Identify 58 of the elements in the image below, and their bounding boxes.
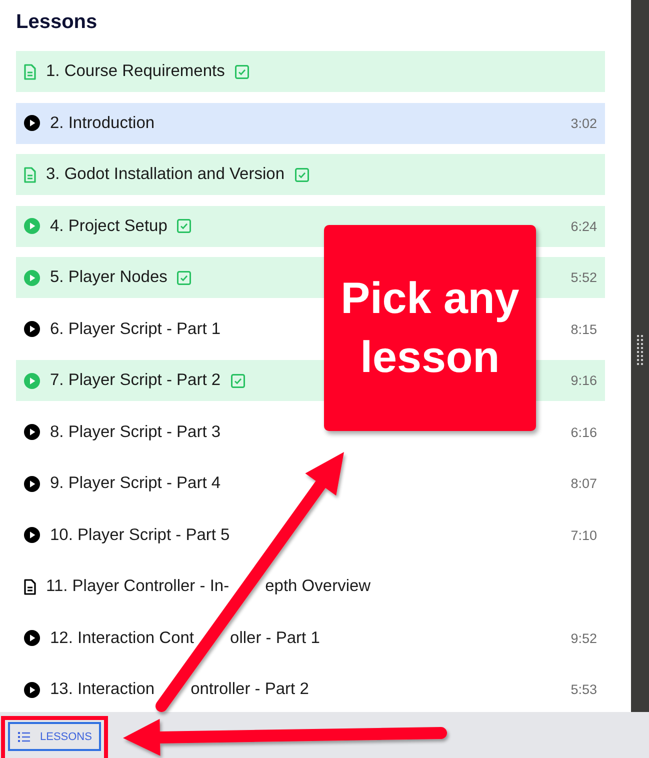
lesson-row[interactable]: 3. Godot Installation and Version [16,154,605,195]
checkbox-tick-icon [294,168,308,182]
callout-tooltip: Pick any lesson [324,225,536,431]
lesson-row[interactable]: 2. Introduction 3:02 [16,102,605,144]
lesson-duration: 3:02 [570,116,597,130]
lesson-title: epth Overview [265,577,371,596]
lesson-row[interactable]: 1. Course Requirements [16,51,605,92]
lesson-title: 9. Player Script - Part 4 [50,474,221,493]
play-icon [24,476,40,492]
lesson-duration: 7:10 [570,528,597,542]
play-icon [24,527,40,543]
checkbox-tick-icon [234,64,249,78]
lesson-title: 1. Course Requirements [46,62,225,81]
checkbox-tick-icon [230,374,245,388]
lesson-title: 7. Player Script - Part 2 [50,371,221,390]
play-icon [24,218,40,234]
lesson-title: 2. Introduction [50,114,155,132]
lesson-title: 4. Project Setup [50,216,168,236]
play-icon [24,682,40,698]
panel-title: Lessons [16,10,98,35]
play-icon [24,630,40,646]
play-icon [24,424,40,440]
grip-icon [637,335,643,365]
list-icon [18,732,30,742]
lesson-duration: 9:52 [570,630,597,646]
lesson-duration: 5:53 [570,682,597,697]
lesson-duration: 8:15 [570,322,597,336]
lesson-title: 3. Godot Installation and Version [46,165,284,184]
lesson-row[interactable]: 11. Player Controller - In- epth Overview [16,566,605,607]
lesson-duration: 9:16 [570,373,597,388]
checkbox-tick-icon [177,270,192,284]
play-icon [24,372,40,388]
lesson-duration: 5:52 [570,270,597,285]
lesson-row[interactable]: 13. Interaction ontroller - Part 2 5:53 [16,669,605,710]
lessons-button[interactable]: LESSONS [8,722,101,751]
document-icon [24,578,36,594]
lesson-row[interactable]: 12. Interaction Cont oller - Part 1 9:52 [16,618,605,658]
resize-handle[interactable] [631,0,649,712]
lesson-title: 13. Interaction [50,680,155,699]
lesson-title: 8. Player Script - Part 3 [50,422,221,442]
play-icon [24,270,40,286]
lesson-title: 11. Player Controller - In- [46,577,230,596]
lesson-title: 6. Player Script - Part 1 [50,320,221,338]
lesson-title: 5. Player Nodes [50,268,168,287]
document-icon [24,64,36,80]
lesson-duration: 8:07 [570,476,597,491]
play-icon [24,115,40,131]
lesson-row[interactable]: 10. Player Script - Part 5 7:10 [16,514,605,556]
lesson-title: 12. Interaction Cont [50,628,194,648]
lesson-duration: 6:24 [570,218,597,234]
lesson-row[interactable]: 9. Player Script - Part 4 8:07 [16,463,605,504]
lesson-duration: 6:16 [570,424,597,440]
checkbox-tick-icon [177,219,192,233]
lesson-title: ontroller - Part 2 [190,680,309,699]
lesson-title: oller - Part 1 [230,628,320,648]
play-icon [24,321,40,337]
document-icon [24,166,36,182]
lesson-title: 10. Player Script - Part 5 [50,526,230,544]
